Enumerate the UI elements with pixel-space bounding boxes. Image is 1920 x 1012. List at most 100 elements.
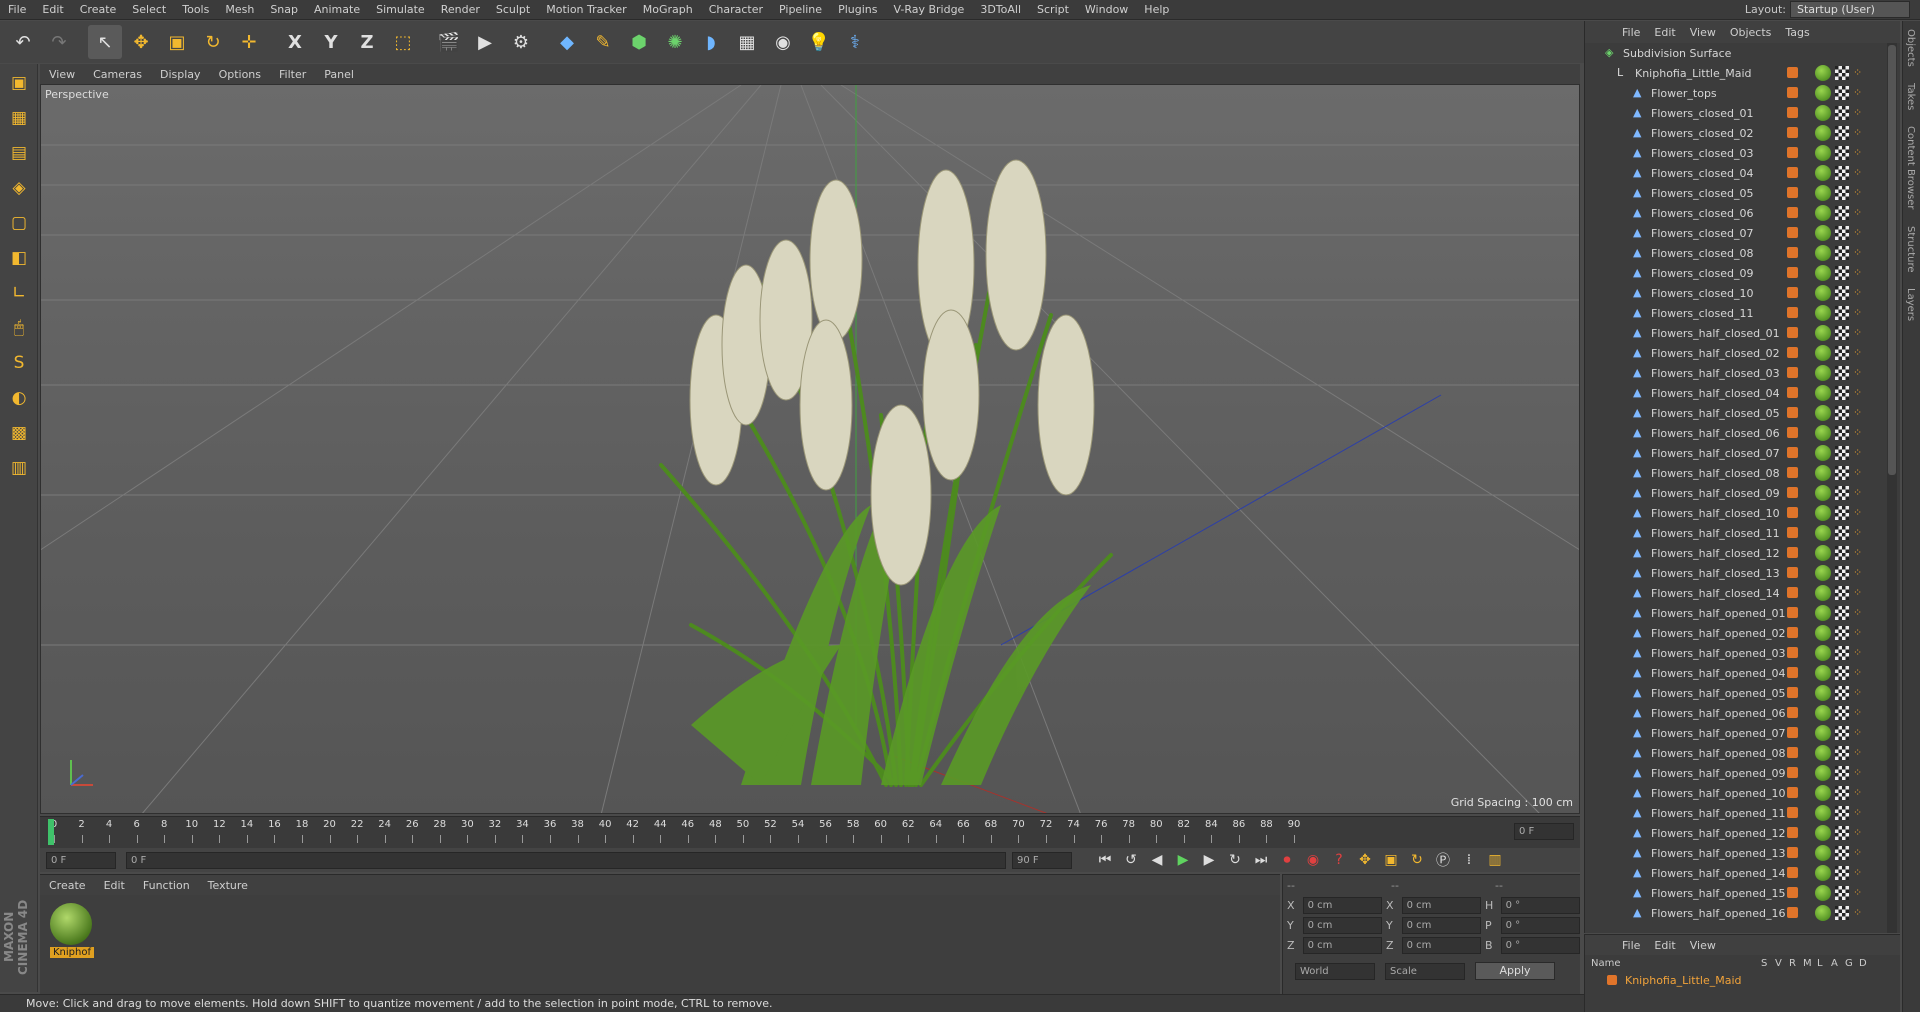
material-menu-edit[interactable]: Edit <box>95 879 134 892</box>
object-row[interactable]: ▲ Flowers_half_closed_08 ⁘ <box>1585 463 1885 483</box>
texture-tag-icon[interactable] <box>1835 126 1849 140</box>
phong-tag-icon[interactable]: ⁘ <box>1853 746 1865 760</box>
phong-tag-icon[interactable]: ⁘ <box>1853 786 1865 800</box>
left-tool-icon[interactable]: ▢ <box>3 207 35 239</box>
phong-tag-icon[interactable]: ⁘ <box>1853 466 1865 480</box>
coord-value-field[interactable]: 0 cm <box>1401 896 1481 914</box>
layer-color-dot[interactable] <box>1787 247 1798 258</box>
coord-mode-dropdown[interactable]: World <box>1295 962 1375 980</box>
material-tag-icon[interactable] <box>1815 845 1831 861</box>
object-row[interactable]: ▲ Flowers_half_closed_14 ⁘ <box>1585 583 1885 603</box>
layer-color-dot[interactable] <box>1787 347 1798 358</box>
material-tag-icon[interactable] <box>1815 265 1831 281</box>
render-view-icon[interactable]: 🎬 <box>432 25 466 59</box>
layer-color-dot[interactable] <box>1787 907 1798 918</box>
object-row[interactable]: ▲ Flowers_half_closed_04 ⁘ <box>1585 383 1885 403</box>
phong-tag-icon[interactable]: ⁘ <box>1853 646 1865 660</box>
texture-tag-icon[interactable] <box>1835 106 1849 120</box>
layer-color-dot[interactable] <box>1787 207 1798 218</box>
layer-color-dot[interactable] <box>1787 787 1798 798</box>
layer-color-dot[interactable] <box>1787 727 1798 738</box>
material-tag-icon[interactable] <box>1815 685 1831 701</box>
object-row[interactable]: ▲ Flowers_closed_07 ⁘ <box>1585 223 1885 243</box>
phong-tag-icon[interactable]: ⁘ <box>1853 886 1865 900</box>
texture-tag-icon[interactable] <box>1835 186 1849 200</box>
object-menu-tags[interactable]: Tags <box>1778 26 1816 39</box>
material-tag-icon[interactable] <box>1815 665 1831 681</box>
layer-color-dot[interactable] <box>1787 847 1798 858</box>
layer-color-dot[interactable] <box>1787 867 1798 878</box>
left-tool-icon[interactable]: ▦ <box>3 102 35 134</box>
texture-tag-icon[interactable] <box>1835 466 1849 480</box>
phong-tag-icon[interactable]: ⁘ <box>1853 66 1865 80</box>
object-row[interactable]: ▲ Flower_tops ⁘ <box>1585 83 1885 103</box>
viewport-menu-filter[interactable]: Filter <box>270 68 315 81</box>
material-tag-icon[interactable] <box>1815 65 1831 81</box>
deformer-icon[interactable]: ◗ <box>694 25 728 59</box>
texture-tag-icon[interactable] <box>1835 526 1849 540</box>
record-icon[interactable]: ⏺ <box>1274 849 1300 871</box>
object-row[interactable]: L Kniphofia_Little_Maid ⁘ <box>1585 63 1885 83</box>
left-tool-icon[interactable]: ▩ <box>3 417 35 449</box>
material-tag-icon[interactable] <box>1815 745 1831 761</box>
layer-color-dot[interactable] <box>1787 407 1798 418</box>
menu-simulate[interactable]: Simulate <box>368 0 433 20</box>
texture-tag-icon[interactable] <box>1835 266 1849 280</box>
layer-color-dot[interactable] <box>1787 887 1798 898</box>
floor-scene-icon[interactable]: ▦ <box>730 25 764 59</box>
layer-color-dot[interactable] <box>1787 107 1798 118</box>
object-row[interactable]: ▲ Flowers_half_opened_01 ⁘ <box>1585 603 1885 623</box>
layer-color-dot[interactable] <box>1787 487 1798 498</box>
cube-primitive-icon[interactable]: ◆ <box>550 25 584 59</box>
object-row[interactable]: ◈ Subdivision Surface <box>1585 43 1885 63</box>
pen-spline-icon[interactable]: ✎ <box>586 25 620 59</box>
texture-tag-icon[interactable] <box>1835 906 1849 920</box>
layer-color-dot[interactable] <box>1787 667 1798 678</box>
material-tag-icon[interactable] <box>1815 565 1831 581</box>
material-tag-icon[interactable] <box>1815 805 1831 821</box>
layer-color-dot[interactable] <box>1787 507 1798 518</box>
end-frame-field[interactable]: 90 F <box>1012 851 1072 869</box>
phong-tag-icon[interactable]: ⁘ <box>1853 326 1865 340</box>
phong-tag-icon[interactable]: ⁘ <box>1853 906 1865 920</box>
mograph-cloner-icon[interactable]: ✺ <box>658 25 692 59</box>
timeline-ruler[interactable]: 0 2 4 6 8 10 12 14 16 18 20 22 24 26 28 30 32 34 36 38 40 42 4… <box>40 816 1580 848</box>
texture-tag-icon[interactable] <box>1835 766 1849 780</box>
phong-tag-icon[interactable]: ⁘ <box>1853 626 1865 640</box>
texture-tag-icon[interactable] <box>1835 886 1849 900</box>
material-tag-icon[interactable] <box>1815 865 1831 881</box>
left-tool-icon[interactable]: ▣ <box>3 67 35 99</box>
object-menu-objects[interactable]: Objects <box>1723 26 1779 39</box>
texture-tag-icon[interactable] <box>1835 166 1849 180</box>
layer-color-dot[interactable] <box>1787 627 1798 638</box>
phong-tag-icon[interactable]: ⁘ <box>1853 866 1865 880</box>
texture-tag-icon[interactable] <box>1835 846 1849 860</box>
object-row[interactable]: ▲ Flowers_half_closed_05 ⁘ <box>1585 403 1885 423</box>
texture-tag-icon[interactable] <box>1835 366 1849 380</box>
object-row[interactable]: ▲ Flowers_half_opened_05 ⁘ <box>1585 683 1885 703</box>
material-tag-icon[interactable] <box>1815 465 1831 481</box>
layer-color-dot[interactable] <box>1787 747 1798 758</box>
coordinate-system-icon[interactable]: ⬚ <box>386 25 420 59</box>
material-menu-create[interactable]: Create <box>40 879 95 892</box>
undo-icon[interactable]: ↶ <box>6 25 40 59</box>
left-tool-icon[interactable]: 🖱 <box>3 312 35 344</box>
phong-tag-icon[interactable]: ⁘ <box>1853 226 1865 240</box>
move-tool-icon[interactable]: ✥ <box>124 25 158 59</box>
next-key-icon[interactable]: ↻ <box>1222 849 1248 871</box>
phong-tag-icon[interactable]: ⁘ <box>1853 126 1865 140</box>
side-tab-content-browser[interactable]: Content Browser <box>1903 118 1918 217</box>
texture-tag-icon[interactable] <box>1835 746 1849 760</box>
layer-menu-edit[interactable]: Edit <box>1647 939 1682 952</box>
texture-tag-icon[interactable] <box>1835 786 1849 800</box>
menu-mesh[interactable]: Mesh <box>217 0 262 20</box>
left-tool-icon[interactable]: S <box>3 347 35 379</box>
texture-tag-icon[interactable] <box>1835 426 1849 440</box>
side-tab-objects[interactable]: Objects <box>1903 21 1918 75</box>
texture-tag-icon[interactable] <box>1835 226 1849 240</box>
key-pla-icon[interactable]: ⁞ <box>1456 849 1482 871</box>
material-tag-icon[interactable] <box>1815 365 1831 381</box>
layer-color-dot[interactable] <box>1787 87 1798 98</box>
camera-icon[interactable]: ◉ <box>766 25 800 59</box>
layer-color-dot[interactable] <box>1787 127 1798 138</box>
